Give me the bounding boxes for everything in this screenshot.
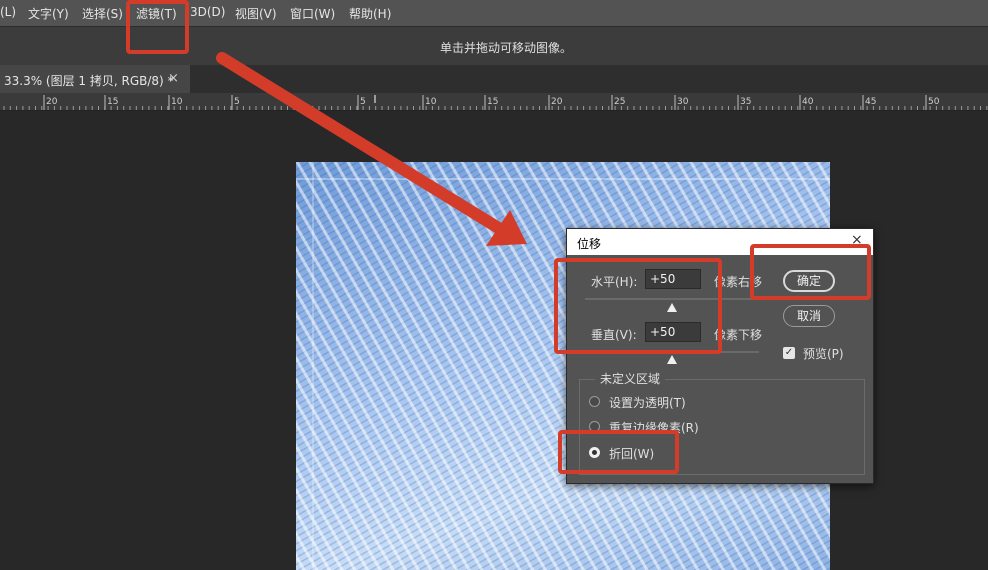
menu-item-partial[interactable]: (L) [0, 5, 16, 19]
undefined-area-title: 未定义区域 [595, 370, 666, 387]
dialog-title: 位移 [577, 237, 602, 251]
cancel-button[interactable]: 取消 [783, 305, 835, 327]
image-seam-horizontal [296, 178, 830, 180]
checkmark-icon: ✓ [784, 347, 794, 358]
vertical-slider-thumb[interactable] [667, 355, 677, 364]
highlight-filter-menu [126, 0, 189, 54]
image-seam-vertical [312, 162, 314, 570]
highlight-offset-fields [554, 258, 722, 354]
menu-item-view[interactable]: 视图(V) [235, 5, 277, 22]
ruler-label: 5 [234, 97, 240, 107]
menu-item-help[interactable]: 帮助(H) [349, 5, 391, 22]
ruler-label: 20 [551, 97, 563, 107]
menu-item-type[interactable]: 文字(Y) [28, 5, 69, 22]
preview-label: 预览(P) [803, 347, 844, 361]
ruler-label: 50 [928, 97, 940, 107]
ruler-label: 35 [740, 97, 751, 107]
radio-set-transparent-label: 设置为透明(T) [609, 396, 686, 410]
ruler-label: 5 [360, 97, 366, 107]
document-tab[interactable]: 33.3% (图层 1 拷贝, RGB/8) * × [0, 65, 190, 93]
ruler-label: 10 [425, 97, 437, 107]
highlight-ok-button [750, 244, 871, 300]
options-hint: 单击并拖动可移动图像。 [440, 41, 573, 55]
ruler-label: 40 [802, 97, 814, 107]
ruler-label: 30 [677, 97, 689, 107]
close-icon[interactable]: × [168, 71, 179, 86]
highlight-wrap-option [558, 430, 679, 474]
ruler-label: 10 [171, 97, 183, 107]
preview-checkbox[interactable]: ✓ [783, 347, 795, 359]
document-tab-bar: 33.3% (图层 1 拷贝, RGB/8) * × [0, 65, 988, 93]
ruler-label: 15 [107, 97, 118, 107]
ruler-label: 45 [865, 97, 876, 107]
ruler-label: 20 [46, 97, 58, 107]
menu-item-select[interactable]: 选择(S) [82, 5, 123, 22]
horizontal-ruler[interactable]: 20 15 10 5 5 10 15 20 25 30 35 40 45 50 [0, 93, 988, 111]
radio-set-transparent[interactable] [589, 396, 600, 407]
menu-item-3d[interactable]: 3D(D) [190, 5, 225, 19]
ruler-ticks: 20 15 10 5 5 10 15 20 25 30 35 40 45 50 [3, 95, 988, 110]
ruler-label: 25 [614, 97, 625, 107]
ruler-label: 15 [487, 97, 498, 107]
menu-item-window[interactable]: 窗口(W) [290, 5, 335, 22]
document-tab-title: 33.3% (图层 1 拷贝, RGB/8) * [4, 74, 174, 88]
